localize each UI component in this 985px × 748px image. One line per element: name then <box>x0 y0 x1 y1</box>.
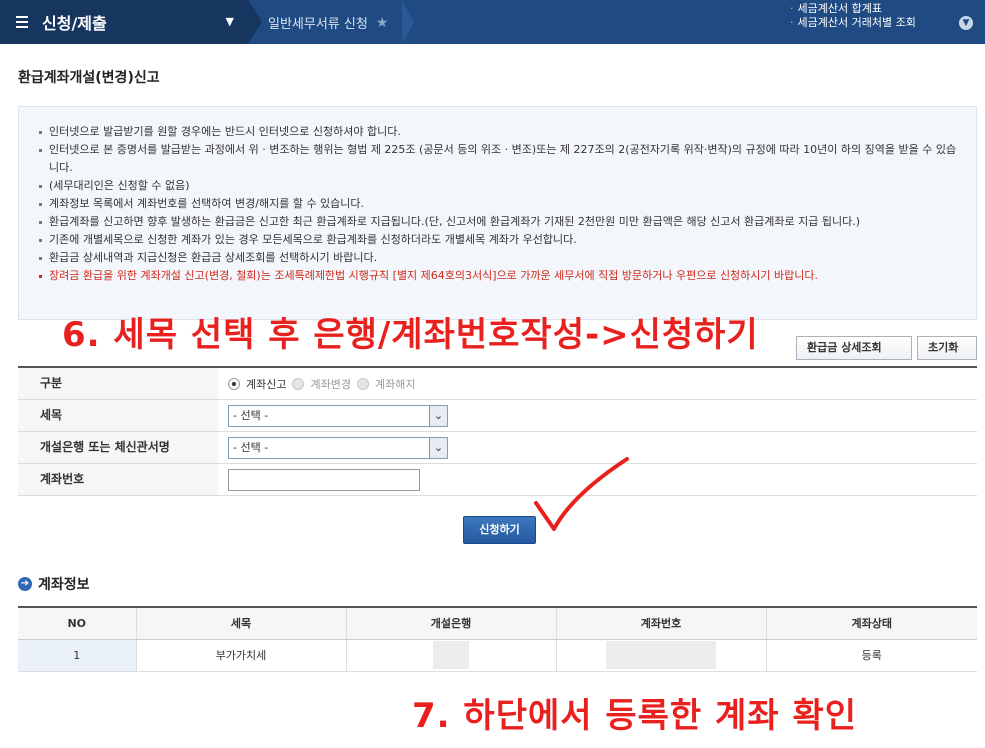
cell-no: 1 <box>18 639 137 672</box>
masked-account <box>606 641 716 669</box>
notice-item: 계좌정보 목록에서 계좌번호를 선택하여 변경/해지를 할 수 있습니다. <box>39 195 964 213</box>
top-nav-bar: 신청/제출 ▼ 일반세무서류 신청 ★ · 세금계산서 합계표 · 세금계산서 거래… <box>0 0 985 44</box>
tax-select-value: - 선택 - <box>233 408 269 422</box>
quicklink-2[interactable]: · 세금계산서 거래처별 조회 <box>790 16 916 30</box>
notice-item: 기존에 개별세목으로 신청한 계좌가 있는 경우 모든세목으로 환급계좌를 신청… <box>39 231 964 249</box>
tax-label: 세목 <box>18 400 218 431</box>
quicklinks: · 세금계산서 합계표 · 세금계산서 거래처별 조회 <box>790 2 916 30</box>
radio-change <box>292 377 305 390</box>
refund-lookup-button[interactable]: 환급금 상세조회 <box>796 336 912 360</box>
bank-select-value: - 선택 - <box>233 440 269 454</box>
page-title: 환급계좌개설(변경)신고 <box>18 70 160 86</box>
col-account: 계좌번호 <box>556 607 767 640</box>
form-row-tax: 세목 - 선택 - ⌄ <box>18 400 977 432</box>
col-no: NO <box>18 607 137 640</box>
step7-annotation: 7. 하단에서 등록한 계좌 확인 <box>412 696 858 736</box>
menu-button[interactable]: 신청/제출 ▼ <box>0 0 248 44</box>
masked-bank <box>433 641 469 669</box>
cell-account[interactable] <box>556 639 767 672</box>
notice-item: 장려금 환급을 위한 계좌개설 신고(변경, 철회)는 조세특례제한법 시행규칙… <box>39 267 964 285</box>
cell-status: 등록 <box>766 639 977 672</box>
account-section-heading: ➔ 계좌정보 <box>18 574 90 594</box>
account-form: 구분 계좌신고 계좌변경 계좌해지 세목 - 선택 - ⌄ 개설은행 또는 체신… <box>18 366 977 496</box>
submit-button[interactable]: 신청하기 <box>463 516 536 544</box>
type-label: 구분 <box>18 368 218 399</box>
breadcrumb-end-arrow <box>402 0 414 44</box>
col-bank: 개설은행 <box>346 607 557 640</box>
radio-cancel-label: 계좌해지 <box>374 377 416 391</box>
account-table: NO 세목 개설은행 계좌번호 계좌상태 1 부가가치세 등록 <box>18 606 977 672</box>
bank-select[interactable]: - 선택 - ⌄ <box>228 436 448 459</box>
radio-register-label: 계좌신고 <box>246 377 287 391</box>
star-icon[interactable]: ★ <box>376 15 389 31</box>
quicklink-1[interactable]: · 세금계산서 합계표 <box>790 2 916 16</box>
form-row-type: 구분 계좌신고 계좌변경 계좌해지 <box>18 368 977 400</box>
tax-select[interactable]: - 선택 - ⌄ <box>228 404 448 427</box>
notice-item: 환급계좌를 신고하면 향후 발생하는 환급금은 신고한 최근 환급계좌로 지급됩… <box>39 213 964 231</box>
col-tax: 세목 <box>136 607 347 640</box>
chevron-down-icon[interactable]: ▼ <box>959 16 973 30</box>
hamburger-icon <box>16 16 28 28</box>
chevron-down-icon: ⌄ <box>429 437 447 458</box>
reset-button[interactable]: 초기화 <box>917 336 977 360</box>
breadcrumb-separator <box>248 0 262 44</box>
account-label: 계좌번호 <box>18 464 218 495</box>
form-row-bank: 개설은행 또는 체신관서명 - 선택 - ⌄ <box>18 432 977 464</box>
notice-item: 인터넷으로 발급받기를 원할 경우에는 반드시 인터넷으로 신청하셔야 합니다. <box>39 123 964 141</box>
form-row-account: 계좌번호 <box>18 464 977 496</box>
type-options: 계좌신고 계좌변경 계좌해지 <box>218 368 977 399</box>
account-number-input[interactable] <box>228 468 420 491</box>
arrow-right-circle-icon: ➔ <box>18 577 32 591</box>
checkmark-annotation-icon <box>534 457 629 531</box>
breadcrumb[interactable]: 일반세무서류 신청 ★ <box>268 13 389 33</box>
account-section-title: 계좌정보 <box>38 577 90 593</box>
breadcrumb-label: 일반세무서류 신청 <box>268 17 368 32</box>
radio-register[interactable] <box>228 377 240 390</box>
menu-title: 신청/제출 <box>42 14 107 33</box>
bank-label: 개설은행 또는 체신관서명 <box>18 432 218 463</box>
notice-item: 인터넷으로 본 증명서를 발급받는 과정에서 위 · 변조하는 행위는 형법 제… <box>39 141 964 177</box>
cell-bank <box>346 639 557 672</box>
notice-box: 인터넷으로 발급받기를 원할 경우에는 반드시 인터넷으로 신청하셔야 합니다.… <box>18 106 977 320</box>
radio-cancel <box>356 377 369 390</box>
step6-annotation: 6. 세목 선택 후 은행/계좌번호작성->신청하기 <box>62 315 759 355</box>
col-status: 계좌상태 <box>766 607 977 640</box>
caret-down-icon: ▼ <box>225 15 234 28</box>
table-row[interactable]: 1 부가가치세 등록 <box>18 639 977 672</box>
radio-change-label: 계좌변경 <box>310 377 351 391</box>
chevron-down-icon: ⌄ <box>429 405 447 426</box>
cell-tax: 부가가치세 <box>136 639 347 672</box>
notice-item: 환급금 상세내역과 지급신청은 환급금 상세조회를 선택하시기 바랍니다. <box>39 249 964 267</box>
notice-item: (세무대리인은 신청할 수 없음) <box>39 177 964 195</box>
